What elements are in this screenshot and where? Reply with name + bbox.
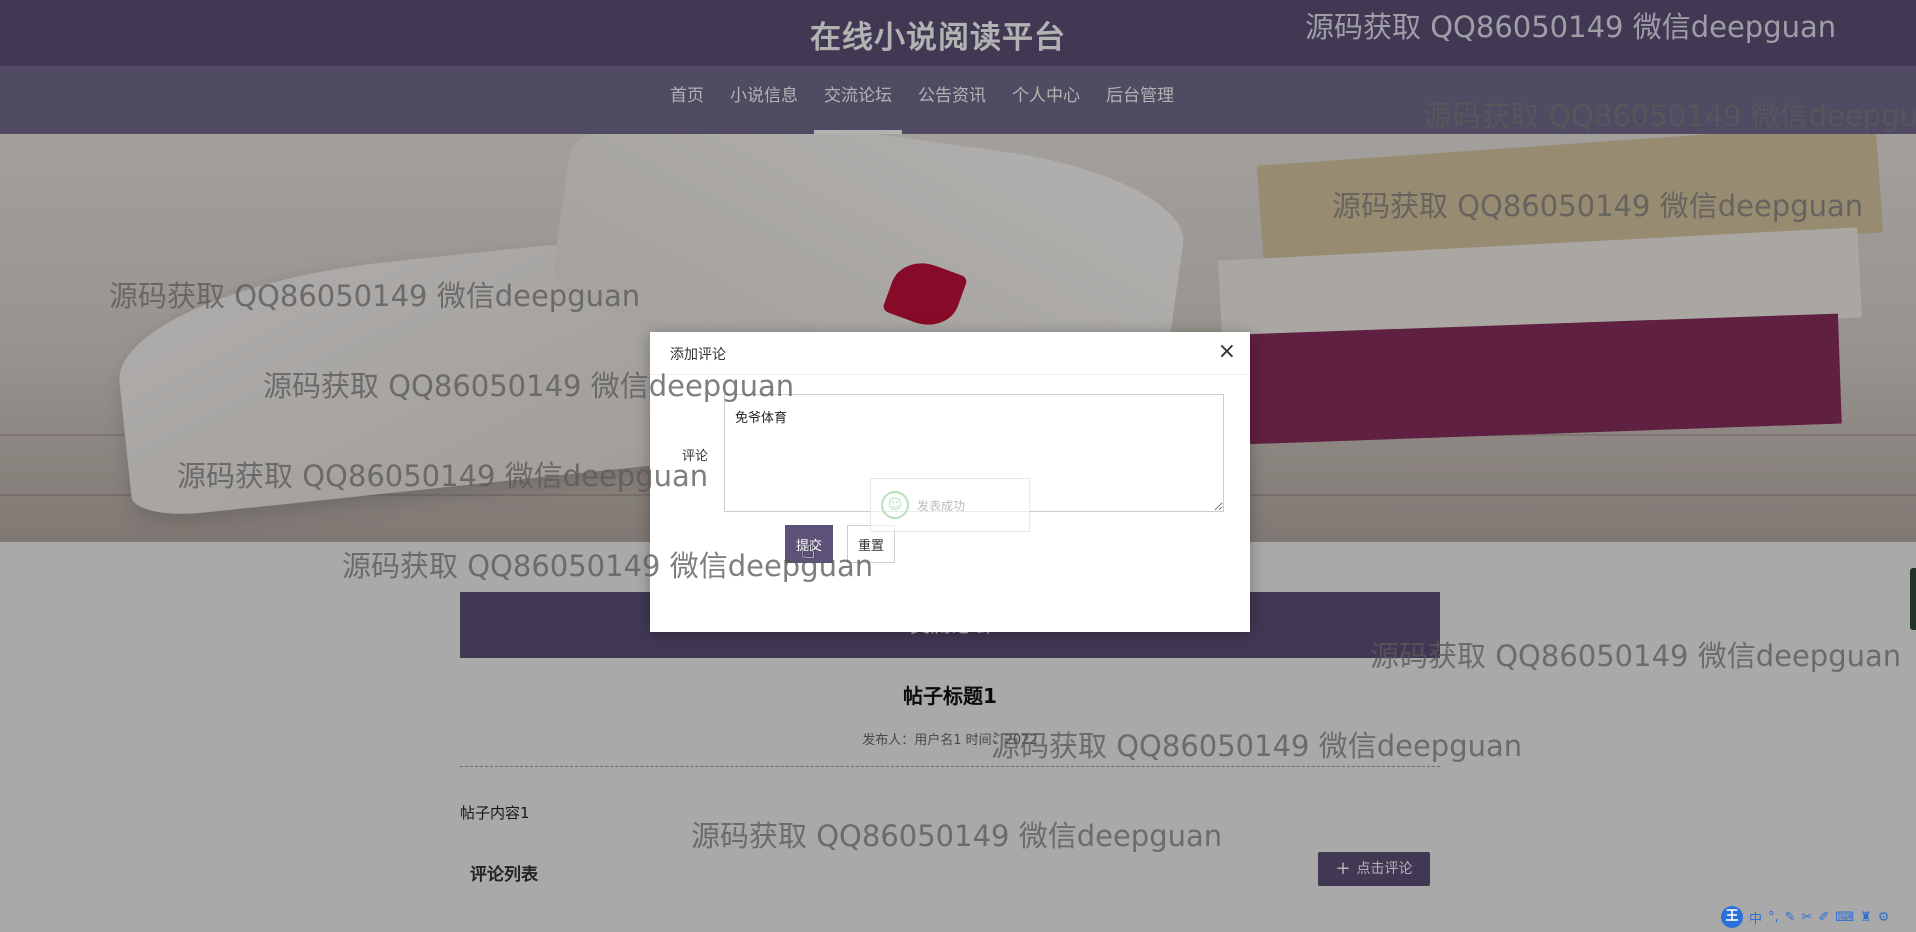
ime-language-indicator[interactable]: 中 [1749,908,1762,927]
add-comment-dialog: 添加评论 × 评论 免爷体育 提交 重置 ☝ ☺ 发表成功 [650,332,1250,632]
ime-toolbar[interactable]: 王 中 °, ✎ ✂ ✐ ⌨ ♜ ⚙ [1721,906,1895,928]
brush-icon[interactable]: ✐ [1818,910,1829,925]
smile-icon: ☺ [881,491,909,519]
gear-icon[interactable]: ⚙ [1878,910,1890,925]
ime-logo-icon[interactable]: 王 [1721,906,1743,928]
close-icon[interactable]: × [1218,340,1236,364]
scissors-icon[interactable]: ✂ [1802,910,1813,925]
hand-cursor-icon: ☝ [801,536,816,564]
toast-text: 发表成功 [917,498,966,513]
ime-punctuation-icon[interactable]: °, [1768,910,1779,925]
comment-field-label: 评论 [682,449,709,464]
pen-icon[interactable]: ✎ [1785,910,1796,925]
dialog-title: 添加评论 [670,347,726,363]
shirt-icon[interactable]: ♜ [1860,910,1872,925]
keyboard-icon[interactable]: ⌨ [1835,910,1854,925]
dialog-header: 添加评论 × [650,332,1250,375]
success-toast: ☺ 发表成功 [870,478,1030,532]
